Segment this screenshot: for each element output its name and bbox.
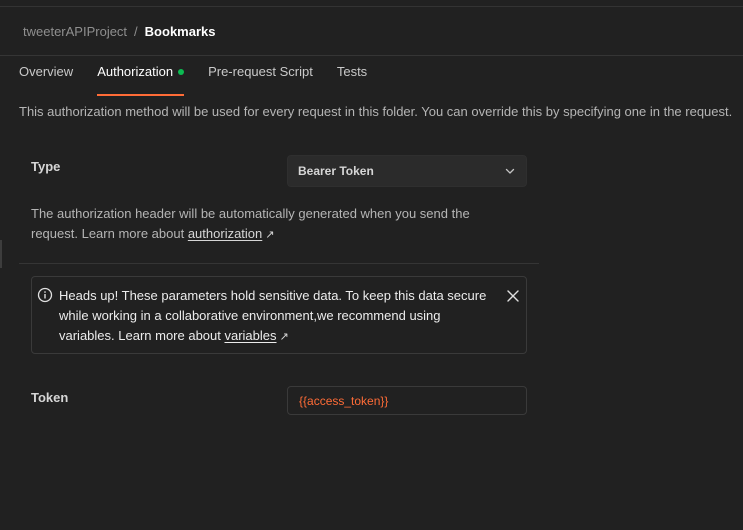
auth-type-value: Bearer Token <box>298 164 374 178</box>
authorization-panel: tweeterAPIProject / Bookmarks Overview A… <box>0 0 743 530</box>
token-value: {{access_token}} <box>299 393 389 408</box>
chevron-down-icon <box>505 168 515 174</box>
variables-learn-more-link[interactable]: variables <box>224 328 276 343</box>
top-divider <box>0 6 743 7</box>
sensitive-data-warning: Heads up! These parameters hold sensitiv… <box>31 276 527 354</box>
auth-help-text: The authorization header will be automat… <box>31 204 491 245</box>
tab-label: Pre-request Script <box>208 64 313 79</box>
breadcrumb-current[interactable]: Bookmarks <box>145 24 216 39</box>
breadcrumb-parent[interactable]: tweeterAPIProject <box>23 24 127 39</box>
external-link-icon: ↗ <box>279 331 289 343</box>
breadcrumb: tweeterAPIProject / Bookmarks <box>23 23 215 39</box>
tab-label: Authorization <box>97 64 174 79</box>
resize-handle[interactable] <box>0 240 2 268</box>
tab-bar: Overview Authorization Pre-request Scrip… <box>19 64 391 96</box>
breadcrumb-separator: / <box>134 23 138 39</box>
warning-message: Heads up! These parameters hold sensitiv… <box>59 286 499 347</box>
token-input[interactable]: {{access_token}} <box>287 386 527 415</box>
active-indicator-dot <box>178 68 185 75</box>
section-divider <box>19 263 539 264</box>
external-link-icon: ↗ <box>265 229 275 241</box>
tab-overview[interactable]: Overview <box>19 64 73 88</box>
close-icon[interactable] <box>506 289 520 303</box>
token-label: Token <box>31 390 69 405</box>
tab-pre-request-script[interactable]: Pre-request Script <box>208 64 313 88</box>
authorization-learn-more-link[interactable]: authorization <box>188 226 262 241</box>
type-label: Type <box>31 159 61 174</box>
tab-label: Overview <box>19 64 74 79</box>
auth-type-dropdown[interactable]: Bearer Token <box>287 155 527 187</box>
tab-tests[interactable]: Tests <box>337 64 367 88</box>
folder-auth-description: This authorization method will be used f… <box>19 104 733 119</box>
tab-authorization[interactable]: Authorization <box>97 64 185 96</box>
tab-label: Tests <box>336 64 368 79</box>
info-icon <box>37 287 53 303</box>
header-divider <box>0 55 743 56</box>
